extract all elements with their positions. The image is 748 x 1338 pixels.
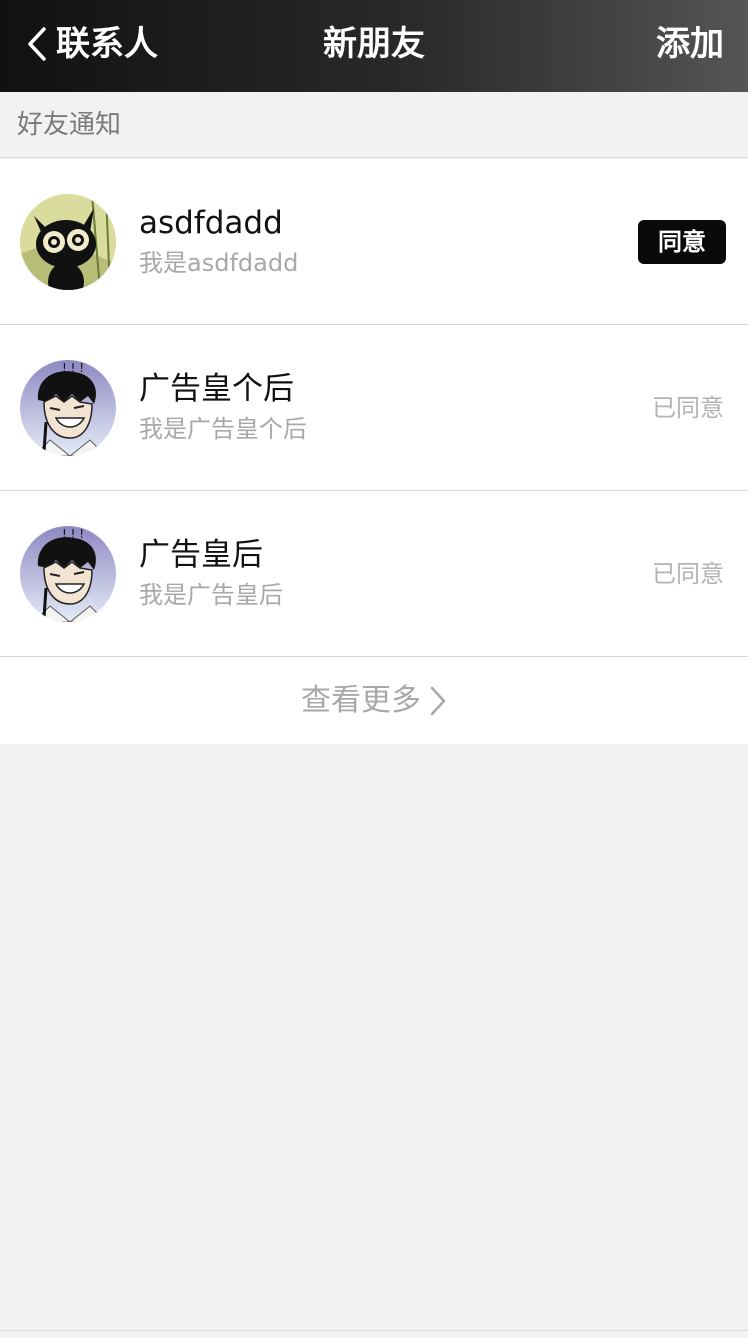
divider xyxy=(0,1330,748,1331)
accepted-status: 已同意 xyxy=(652,394,724,422)
back-button[interactable]: 联系人 xyxy=(24,22,158,66)
request-name: asdfdadd xyxy=(139,205,283,241)
friend-request-list: asdfdadd 我是asdfdadd 同意 ! ! ! 广告皇个后 我是广告皇… xyxy=(0,159,748,744)
request-message: 我是asdfdadd xyxy=(139,249,299,277)
black-cat-avatar-icon xyxy=(20,194,116,290)
chevron-left-icon xyxy=(28,27,46,61)
section-title: 好友通知 xyxy=(17,110,122,140)
svg-text:! ! !: ! ! ! xyxy=(62,527,84,541)
friend-request-row[interactable]: ! ! ! 广告皇后 我是广告皇后 已同意 xyxy=(0,491,748,657)
svg-text:! ! !: ! ! ! xyxy=(62,361,84,375)
accept-button[interactable]: 同意 xyxy=(638,220,726,264)
section-header: 好友通知 xyxy=(0,92,748,158)
friend-request-row[interactable]: ! ! ! 广告皇个后 我是广告皇个后 已同意 xyxy=(0,325,748,491)
request-name: 广告皇后 xyxy=(139,537,263,573)
laughing-man-avatar-icon: ! ! ! xyxy=(20,360,116,456)
add-button[interactable]: 添加 xyxy=(656,22,724,66)
friend-request-row[interactable]: asdfdadd 我是asdfdadd 同意 xyxy=(0,159,748,325)
request-name: 广告皇个后 xyxy=(139,371,294,407)
see-more-label: 查看更多 xyxy=(301,682,421,718)
request-message: 我是广告皇后 xyxy=(139,581,283,609)
avatar[interactable]: ! ! ! xyxy=(20,526,116,622)
chevron-right-icon xyxy=(430,686,446,715)
navigation-bar: 联系人 新朋友 添加 xyxy=(0,0,748,92)
accepted-status: 已同意 xyxy=(652,560,724,588)
request-message: 我是广告皇个后 xyxy=(139,415,307,443)
laughing-man-avatar-icon: ! ! ! xyxy=(20,526,116,622)
see-more-button[interactable]: 查看更多 xyxy=(0,657,748,744)
avatar[interactable] xyxy=(20,194,116,290)
avatar[interactable]: ! ! ! xyxy=(20,360,116,456)
back-button-label: 联系人 xyxy=(56,24,158,64)
